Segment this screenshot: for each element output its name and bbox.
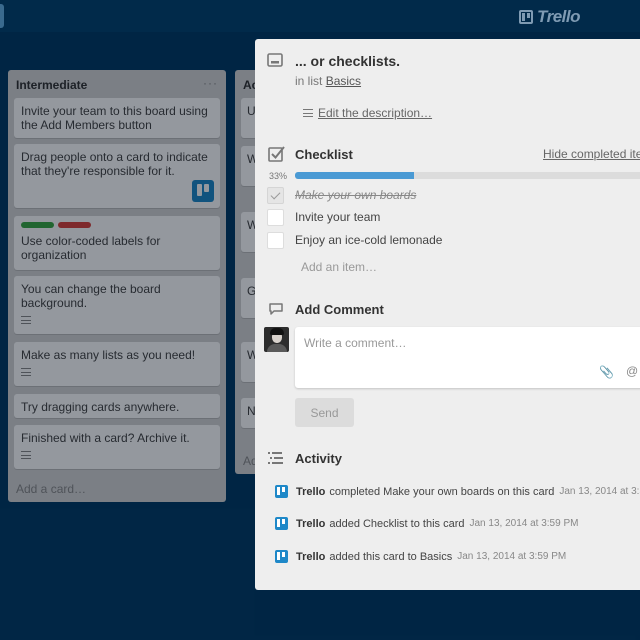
checklist-progress-bar [295, 172, 640, 179]
list-card[interactable]: Drag people onto a card to indicate that… [14, 144, 220, 208]
card-list-info: in list Basics [295, 74, 361, 88]
add-checklist-item[interactable]: Add an item… [301, 260, 377, 274]
description-icon [21, 368, 31, 376]
list-card[interactable]: You can change the board background. [14, 276, 220, 334]
list-card[interactable]: Use color-coded labels for organization [14, 216, 220, 270]
activity-text: added Checklist to this card [329, 517, 465, 530]
list-card[interactable]: Invite your team to this board using the… [14, 98, 220, 138]
trello-logo[interactable]: Trello [519, 7, 580, 27]
checklist-item[interactable]: Invite your team [267, 207, 640, 227]
description-icon [21, 316, 31, 324]
description-icon [303, 109, 313, 117]
green-label [21, 222, 54, 228]
description-icon [21, 451, 31, 459]
activity-icon [268, 452, 283, 464]
card-labels [21, 222, 213, 228]
list-card[interactable]: Make as many lists as you need! [14, 342, 220, 386]
avatar[interactable] [264, 327, 289, 352]
checklist-progress-fill [295, 172, 414, 179]
activity-title: Activity [295, 451, 342, 466]
trello-logo-text: Trello [537, 7, 580, 26]
checklist-icon [268, 146, 285, 162]
checklist-item[interactable]: Make your own boards [267, 185, 640, 205]
comment-icon [269, 303, 283, 315]
trello-icon [275, 485, 288, 498]
card-title: Make as many lists as you need! [21, 348, 196, 362]
attachment-icon[interactable]: 📎 [599, 365, 614, 379]
hide-completed-link[interactable]: Hide completed items [543, 147, 640, 161]
card-title: Finished with a card? Archive it. [21, 431, 190, 445]
header-bar: Trello [0, 0, 640, 32]
trello-logo-icon [519, 10, 533, 24]
checklist-percent: 33% [269, 171, 288, 181]
list-menu-icon[interactable]: ··· [203, 76, 218, 90]
edit-description-link[interactable]: Edit the description… [303, 106, 432, 120]
activity-item: Trello completed Make your own boards on… [275, 485, 640, 498]
checklist-checkbox[interactable] [267, 231, 284, 249]
trello-member-icon [192, 180, 214, 202]
checklist-item-text[interactable]: Enjoy an ice-cold lemonade [295, 233, 442, 247]
card-title[interactable]: ... or checklists. [295, 53, 400, 69]
card-detail-window: ... or checklists. in list Basics Edit t… [255, 39, 640, 590]
list-intermediate[interactable]: Intermediate ··· Invite your team to thi… [8, 70, 226, 502]
list-title[interactable]: Intermediate [8, 70, 226, 96]
mention-icon[interactable]: @ [626, 364, 638, 378]
checklist-item[interactable]: Enjoy an ice-cold lemonade [267, 230, 640, 250]
checklist-checkbox[interactable] [267, 208, 284, 226]
trello-icon [275, 517, 288, 530]
checklist-checkbox[interactable] [267, 186, 284, 204]
add-card-link[interactable]: Add a card… [16, 482, 86, 496]
red-label [58, 222, 91, 228]
comment-input[interactable]: Write a comment… 📎 @ [295, 327, 640, 388]
list-card[interactable]: Try dragging cards anywhere. [14, 394, 220, 418]
send-button[interactable]: Send [295, 398, 354, 427]
checklist-item-text[interactable]: Make your own boards [295, 188, 416, 202]
edit-description-label: Edit the description… [318, 106, 433, 120]
activity-date[interactable]: Jan 13, 2014 at 3:59 PM [457, 551, 566, 562]
comment-placeholder: Write a comment… [304, 336, 407, 350]
checklist-item-text[interactable]: Invite your team [295, 210, 380, 224]
card-title: You can change the board background. [21, 282, 161, 310]
card-title: Drag people onto a card to indicate that… [21, 150, 208, 178]
card-title: Try dragging cards anywhere. [21, 400, 180, 414]
activity-user[interactable]: Trello [296, 518, 325, 530]
activity-date[interactable]: Jan 13, 2014 at 3:59 PM [469, 518, 578, 529]
activity-item: Trello added Checklist to this card Jan … [275, 517, 578, 530]
activity-item: Trello added this card to Basics Jan 13,… [275, 550, 566, 563]
activity-user[interactable]: Trello [296, 551, 325, 563]
activity-user[interactable]: Trello [296, 486, 325, 498]
list-link[interactable]: Basics [326, 74, 361, 88]
card-title: Use color-coded labels for organization [21, 234, 161, 262]
add-comment-title: Add Comment [295, 302, 384, 317]
card-icon [267, 53, 283, 67]
card-title: Invite your team to this board using the… [21, 104, 208, 132]
header-menu-button[interactable] [0, 4, 4, 28]
activity-date[interactable]: Jan 13, 2014 at 3:59 PM [559, 486, 640, 497]
in-list-prefix: in list [295, 74, 323, 88]
list-card[interactable]: Finished with a card? Archive it. [14, 425, 220, 469]
activity-text: added this card to Basics [329, 550, 453, 563]
checklist-title[interactable]: Checklist [295, 147, 353, 162]
trello-icon [275, 550, 288, 563]
activity-text: completed Make your own boards on this c… [329, 485, 555, 498]
